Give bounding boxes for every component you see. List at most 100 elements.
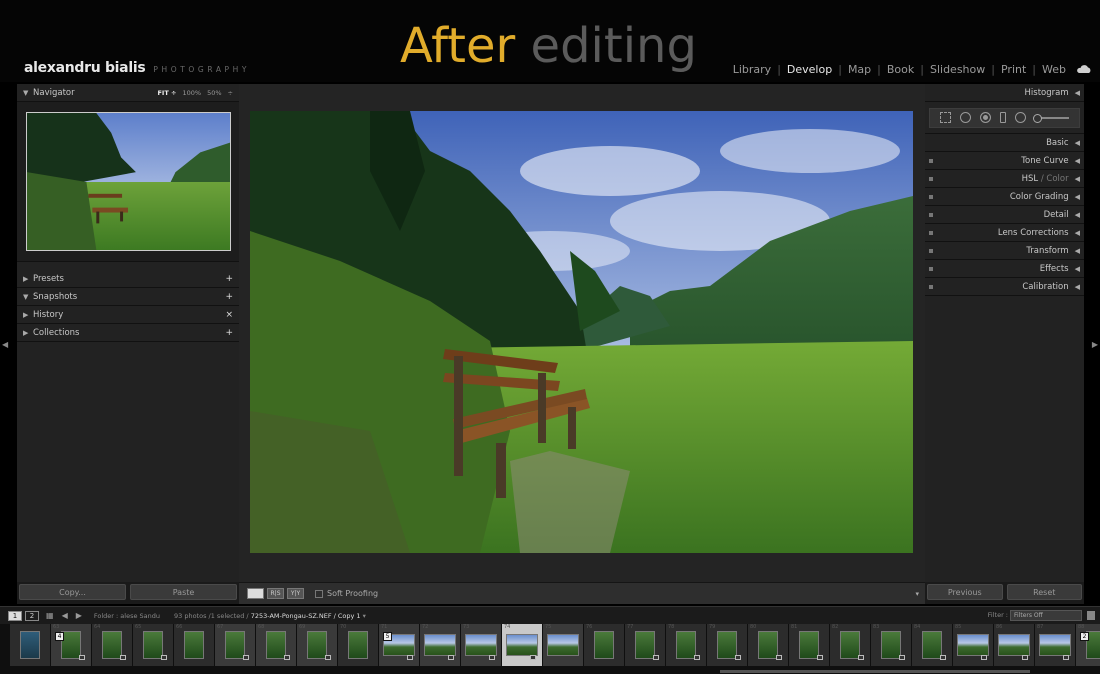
hsl-label[interactable]: HSL <box>1022 174 1039 184</box>
module-book[interactable]: Book <box>887 63 914 76</box>
secondary-window-button[interactable]: 2 <box>25 610 39 621</box>
previous-button[interactable]: Previous <box>927 584 1003 600</box>
calibration-header[interactable]: Calibration ◀ <box>925 278 1084 296</box>
film-thumbnail[interactable]: 64 <box>92 624 132 666</box>
panel-switch-icon[interactable] <box>929 212 933 217</box>
module-develop[interactable]: Develop <box>787 63 832 76</box>
reset-button[interactable]: Reset <box>1006 584 1082 600</box>
module-slideshow[interactable]: Slideshow <box>930 63 985 76</box>
basic-header[interactable]: Basic ◀ <box>925 134 1084 152</box>
spot-removal-icon[interactable] <box>960 112 972 123</box>
stack-badge[interactable]: 5 <box>383 632 392 641</box>
film-thumbnail[interactable]: 67 <box>215 624 255 666</box>
main-photo[interactable] <box>250 111 913 553</box>
film-thumbnail[interactable]: 69 <box>297 624 337 666</box>
panel-switch-icon[interactable] <box>929 158 933 163</box>
histogram-header[interactable]: Histogram ◀ <box>925 84 1084 102</box>
module-map[interactable]: Map <box>848 63 871 76</box>
forward-arrow-icon[interactable]: ▶ <box>76 611 82 620</box>
panel-switch-icon[interactable] <box>929 248 933 253</box>
panel-switch-icon[interactable] <box>929 266 933 271</box>
film-thumbnail[interactable]: 68 <box>256 624 296 666</box>
navigator-thumbnail[interactable] <box>25 112 231 251</box>
before-after-compare-icon[interactable]: R|S <box>267 588 284 599</box>
film-thumbnail[interactable]: 83 <box>871 624 911 666</box>
film-thumbnail[interactable]: 72 <box>420 624 460 666</box>
add-snapshot-icon[interactable]: + <box>225 292 233 302</box>
film-thumbnail[interactable]: 77 <box>625 624 665 666</box>
soft-proofing-checkbox[interactable] <box>315 589 323 598</box>
radial-filter-icon[interactable] <box>1014 112 1026 123</box>
left-panel-toggle-icon[interactable]: ◀ <box>2 340 8 349</box>
graduated-filter-icon[interactable] <box>999 112 1006 123</box>
filter-select[interactable]: Filters Off <box>1010 610 1082 621</box>
main-window-button[interactable]: 1 <box>8 610 22 621</box>
film-thumbnail[interactable]: 66 <box>174 624 214 666</box>
copy-button[interactable]: Copy... <box>19 584 126 600</box>
navigator-header[interactable]: ▼ Navigator FIT ÷ 100% 50% ÷ <box>17 84 239 102</box>
film-thumbnail[interactable]: 70 <box>338 624 378 666</box>
transform-header[interactable]: Transform ◀ <box>925 242 1084 260</box>
filmstrip-scrollbar[interactable] <box>720 670 1030 673</box>
film-thumbnail[interactable]: 81 <box>789 624 829 666</box>
add-preset-icon[interactable]: + <box>225 274 233 284</box>
film-thumbnail[interactable]: 86 <box>994 624 1034 666</box>
panel-switch-icon[interactable] <box>929 176 933 181</box>
color-grading-header[interactable]: Color Grading ◀ <box>925 188 1084 206</box>
color-label[interactable]: / Color <box>1038 174 1069 184</box>
film-thumbnail[interactable]: 88 2 <box>1076 624 1100 666</box>
film-thumbnail[interactable]: 82 <box>830 624 870 666</box>
film-thumbnail[interactable]: 75 <box>543 624 583 666</box>
film-thumbnail[interactable]: 80 <box>748 624 788 666</box>
presets-header[interactable]: ▶ Presets + <box>17 270 239 288</box>
tone-curve-header[interactable]: Tone Curve ◀ <box>925 152 1084 170</box>
effects-header[interactable]: Effects ◀ <box>925 260 1084 278</box>
film-thumbnail[interactable] <box>10 624 50 666</box>
collections-header[interactable]: ▶ Collections + <box>17 324 239 342</box>
zoom-more[interactable]: ÷ <box>228 89 233 97</box>
filename-dropdown-icon[interactable]: ▾ <box>363 612 366 620</box>
right-panel-toggle-icon[interactable]: ▶ <box>1092 340 1098 349</box>
detail-header[interactable]: Detail ◀ <box>925 206 1084 224</box>
history-header[interactable]: ▶ History × <box>17 306 239 324</box>
film-thumbnail[interactable]: 79 <box>707 624 747 666</box>
selected-filename[interactable]: 7253-AM-Pongau-SZ.NEF / Copy 1 <box>251 612 361 620</box>
stack-badge[interactable]: 4 <box>55 632 64 641</box>
zoom-fit[interactable]: FIT ÷ <box>157 89 176 97</box>
panel-switch-icon[interactable] <box>929 284 933 289</box>
loupe-view-icon[interactable] <box>247 588 264 599</box>
clear-history-icon[interactable]: × <box>225 310 233 320</box>
back-arrow-icon[interactable]: ◀ <box>62 611 68 620</box>
film-thumbnail[interactable]: 73 <box>461 624 501 666</box>
stack-badge[interactable]: 2 <box>1080 632 1089 641</box>
hsl-header[interactable]: HSL / Color ◀ <box>925 170 1084 188</box>
zoom-50[interactable]: 50% <box>207 89 221 97</box>
red-eye-icon[interactable] <box>980 112 992 123</box>
cloud-icon[interactable] <box>1076 64 1092 74</box>
crop-icon[interactable] <box>940 112 952 123</box>
snapshots-header[interactable]: ▼ Snapshots + <box>17 288 239 306</box>
lens-corrections-header[interactable]: Lens Corrections ◀ <box>925 224 1084 242</box>
add-collection-icon[interactable]: + <box>225 328 233 338</box>
film-thumbnail[interactable]: 76 <box>584 624 624 666</box>
module-library[interactable]: Library <box>733 63 771 76</box>
film-thumbnail-selected[interactable]: 74 <box>502 624 542 666</box>
panel-switch-icon[interactable] <box>929 230 933 235</box>
toolbar-menu-icon[interactable]: ▾ <box>915 590 919 598</box>
before-after-split-icon[interactable]: Y|Y <box>287 588 304 599</box>
film-thumbnail[interactable]: 71 5 <box>379 624 419 666</box>
filter-lock-icon[interactable] <box>1087 611 1095 620</box>
film-thumbnail[interactable]: 84 <box>912 624 952 666</box>
panel-switch-icon[interactable] <box>929 194 933 199</box>
brush-slider[interactable] <box>1032 113 1069 123</box>
paste-button[interactable]: Paste <box>130 584 237 600</box>
module-print[interactable]: Print <box>1001 63 1026 76</box>
zoom-100[interactable]: 100% <box>183 89 202 97</box>
film-thumbnail[interactable]: 63 4 <box>51 624 91 666</box>
film-thumbnail[interactable]: 78 <box>666 624 706 666</box>
film-thumbnail[interactable]: 65 <box>133 624 173 666</box>
module-web[interactable]: Web <box>1042 63 1066 76</box>
folder-label[interactable]: Folder : alese Sandu <box>94 612 160 620</box>
grid-icon[interactable]: ▦ <box>46 611 54 620</box>
film-thumbnail[interactable]: 85 <box>953 624 993 666</box>
